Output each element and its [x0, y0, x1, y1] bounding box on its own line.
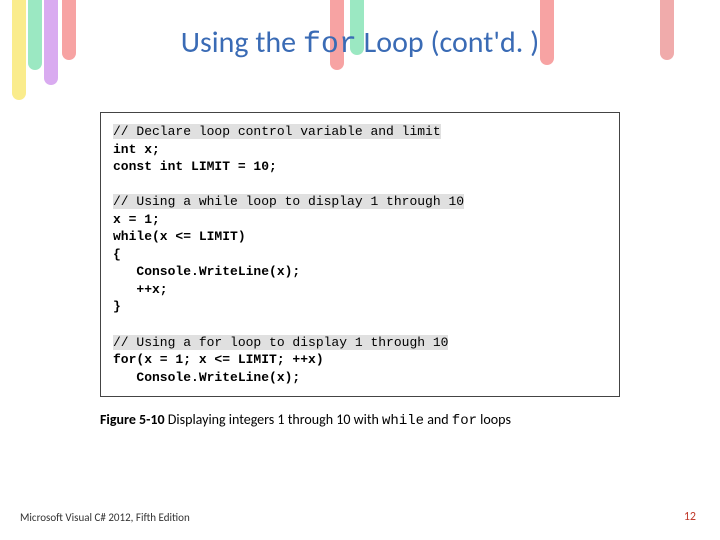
code-comment: // Declare loop control variable and lim… — [113, 124, 441, 139]
caption-mono: for — [452, 413, 477, 429]
caption-mono: while — [382, 413, 424, 429]
figure: // Declare loop control variable and lim… — [100, 112, 620, 429]
caption-text: and — [424, 411, 452, 428]
code-line: const int LIMIT = 10; — [113, 159, 277, 174]
code-line: for(x = 1; x <= LIMIT; ++x) — [113, 352, 324, 367]
code-comment: // Using a while loop to display 1 throu… — [113, 194, 464, 209]
code-line: x = 1; — [113, 212, 160, 227]
code-listing: // Declare loop control variable and lim… — [100, 112, 620, 397]
title-suffix: Loop (cont'd. ) — [357, 24, 539, 61]
code-comment: // Using a for loop to display 1 through… — [113, 335, 448, 350]
slide-title: Using the for Loop (cont'd. ) — [0, 0, 720, 62]
code-line: while(x <= LIMIT) — [113, 229, 246, 244]
title-prefix: Using the — [181, 24, 303, 61]
code-line: ++x; — [113, 282, 168, 297]
figure-caption: Figure 5-10 Displaying integers 1 throug… — [100, 411, 620, 429]
code-line: } — [113, 299, 121, 314]
caption-text: Displaying integers 1 through 10 with — [165, 411, 382, 428]
code-line: int x; — [113, 142, 160, 157]
page-number: 12 — [684, 510, 696, 524]
code-line: { — [113, 247, 121, 262]
footer-book-title: Microsoft Visual C# 2012, Fifth Edition — [20, 511, 190, 524]
code-line: Console.WriteLine(x); — [113, 264, 300, 279]
title-mono: for — [303, 28, 357, 62]
figure-label: Figure 5-10 — [100, 411, 165, 428]
code-line: Console.WriteLine(x); — [113, 370, 300, 385]
caption-text: loops — [477, 411, 511, 428]
